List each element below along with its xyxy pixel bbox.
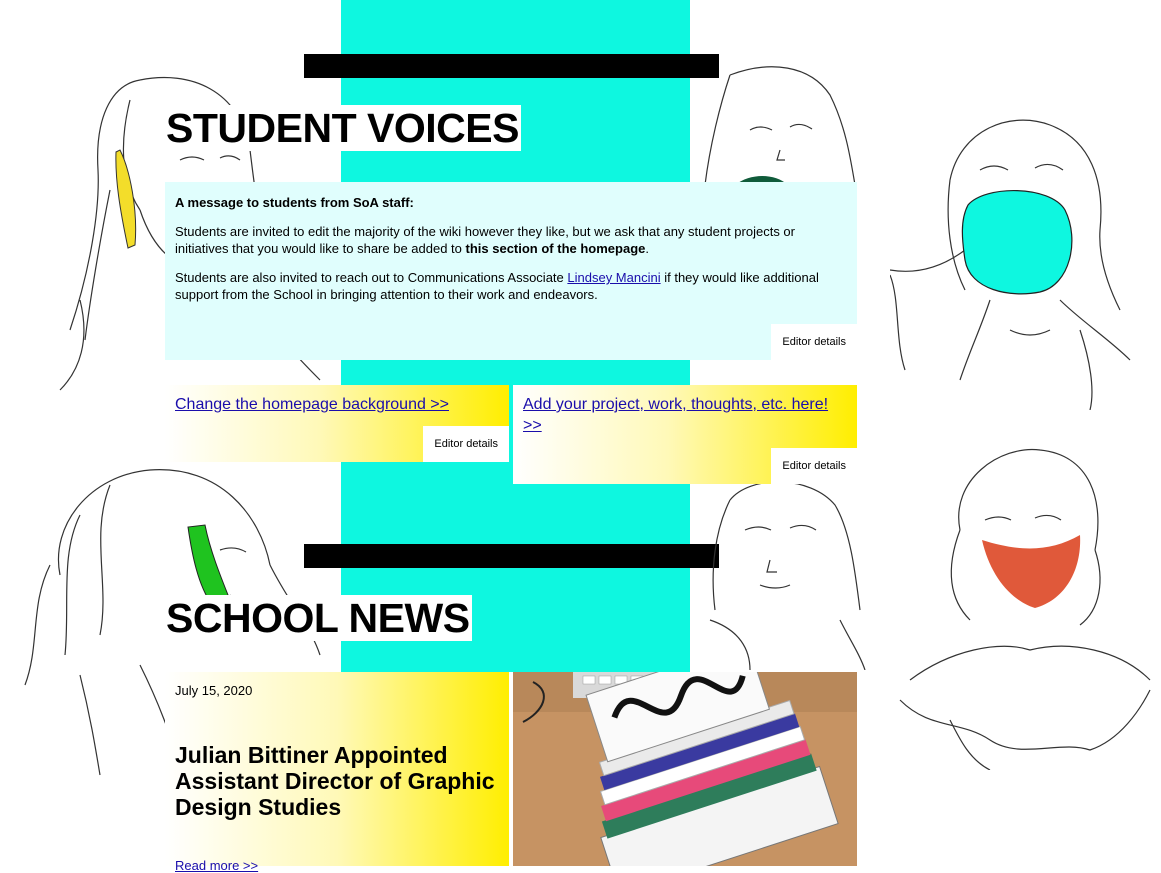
illustration-woman-looking-down	[709, 481, 866, 670]
news-headline[interactable]: Julian Bittiner Appointed Assistant Dire…	[175, 742, 499, 820]
divider-bar-middle	[304, 544, 719, 568]
illustration-woman-orange-mask	[899, 448, 1151, 770]
book-stack-photo	[513, 672, 857, 866]
lindsey-mancini-link[interactable]: Lindsey Mancini	[567, 270, 660, 285]
section-title-school-news: SCHOOL NEWS	[165, 595, 472, 641]
section-title-student-voices: STUDENT VOICES	[165, 105, 521, 151]
divider-bar-top	[304, 54, 719, 78]
card-change-background: Change the homepage background >> Editor…	[165, 385, 509, 462]
editor-details-button[interactable]: Editor details	[423, 426, 509, 462]
illustration-woman-top-center	[704, 66, 856, 185]
message-heading: A message to students from SoA staff:	[175, 195, 414, 210]
news-card: July 15, 2020 Julian Bittiner Appointed …	[165, 672, 509, 873]
editor-details-button[interactable]: Editor details	[771, 448, 857, 484]
staff-message-box: A message to students from SoA staff: St…	[165, 182, 857, 360]
message-paragraph-2: Students are also invited to reach out t…	[175, 270, 819, 302]
change-background-link[interactable]: Change the homepage background >>	[175, 396, 449, 413]
add-project-link[interactable]: Add your project, work, thoughts, etc. h…	[523, 396, 828, 434]
editor-details-button[interactable]: Editor details	[771, 324, 857, 360]
illustration-woman-cyan-mask	[890, 119, 1131, 410]
message-paragraph-1: Students are invited to edit the majorit…	[175, 224, 795, 256]
news-photo[interactable]	[513, 672, 857, 866]
card-add-project: Add your project, work, thoughts, etc. h…	[513, 385, 857, 484]
news-date: July 15, 2020	[175, 683, 253, 698]
